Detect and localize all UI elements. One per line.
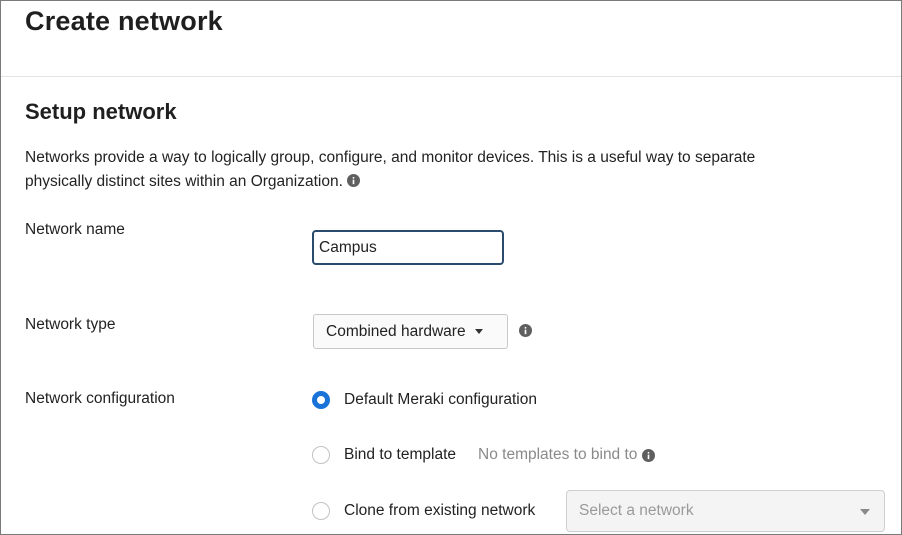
network-type-label: Network type [25,316,116,333]
config-option-clone[interactable]: Clone from existing network [312,502,535,520]
network-type-dropdown[interactable]: Combined hardware [313,314,508,349]
setup-description-text: Networks provide a way to logically grou… [25,149,756,190]
page-title: Create network [25,6,223,36]
config-option-label: Clone from existing network [344,502,536,519]
chevron-down-icon [860,509,870,515]
section-title: Setup network [25,99,177,124]
config-option-label: Bind to template [344,446,457,463]
clone-network-select[interactable]: Select a network [566,490,885,532]
header-divider [1,76,901,77]
chevron-down-icon [474,329,483,334]
info-icon[interactable] [642,448,656,462]
network-configuration-label: Network configuration [25,390,175,407]
radio-clone-network[interactable] [312,502,330,520]
config-option-label: Default Meraki configuration [344,391,537,408]
radio-default-config[interactable] [312,391,330,409]
setup-description: Networks provide a way to logically grou… [25,146,805,194]
template-hint: No templates to bind to [478,446,638,463]
radio-bind-template[interactable] [312,446,330,464]
config-option-default[interactable]: Default Meraki configuration [312,391,537,409]
clone-network-placeholder: Select a network [579,502,694,519]
info-icon[interactable] [346,174,360,187]
network-type-selected: Combined hardware [326,322,466,340]
network-name-label: Network name [25,221,125,238]
config-option-template[interactable]: Bind to template No templates to bind to [312,446,656,464]
network-name-input[interactable] [312,230,504,265]
info-icon[interactable] [519,324,532,337]
